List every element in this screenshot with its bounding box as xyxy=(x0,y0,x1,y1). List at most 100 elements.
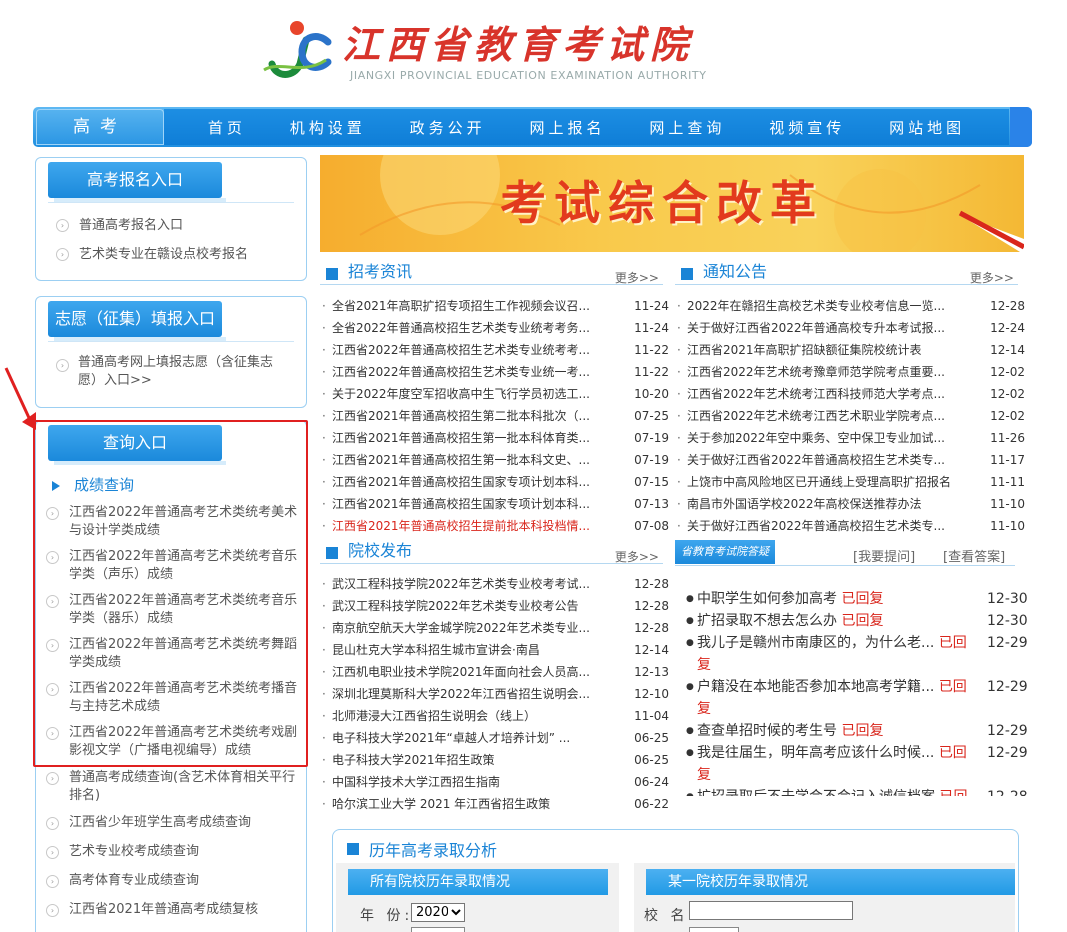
news-item[interactable]: · 江西机电职业技术学院2021年面向社会人员高... 12-13 xyxy=(320,661,669,683)
bullet-icon: · xyxy=(677,453,681,467)
nav-item-online-registration[interactable]: 网上报名 xyxy=(529,117,605,138)
qa-item[interactable]: 扩招录取不想去怎么办 已回复 12-30 xyxy=(686,610,1031,632)
news-item-title: 江西省2022年普通高校招生艺术类专业统考考... xyxy=(332,343,590,357)
qa-item[interactable]: 我是往届生，明年高考应该什么时候... 已回复 12-29 xyxy=(686,742,1031,786)
qa-item[interactable]: 我儿子是赣州市南康区的，为什么老... 已回复 12-29 xyxy=(686,632,1031,676)
score-link-pe[interactable]: › 高考体育专业成绩查询 xyxy=(46,872,302,890)
news-item[interactable]: · 江西省2021年普通高校招生第一批本科文史、... 07-19 xyxy=(320,449,669,471)
news-item[interactable]: · 2022年在赣招生高校艺术类专业校考信息一览... 12-28 xyxy=(675,295,1025,317)
news-item[interactable]: · 江西省2022年普通高校招生艺术类专业统一考... 11-22 xyxy=(320,361,669,383)
all-schools-panel: 所有院校历年录取情况 年 份: 2020 xyxy=(336,863,619,932)
qa-item[interactable]: 查查单招时候的考生号 已回复 12-29 xyxy=(686,720,1031,742)
notices-more-link[interactable]: 更多>> xyxy=(970,269,1014,286)
score-link-review-2021[interactable]: › 江西省2021年普通高考成绩复核 xyxy=(46,901,302,919)
news-item[interactable]: · 武汉工程科技学院2022年艺术类专业校考公告 12-28 xyxy=(320,595,669,617)
banner-text: 考试综合改革 xyxy=(500,176,824,230)
news-item[interactable]: · 江西省2021年普通高校招生国家专项计划本科... 07-15 xyxy=(320,471,669,493)
news-item[interactable]: · 江西省2021年普通高校招生提前批本科投档情... 07-08 xyxy=(320,515,669,537)
news-item[interactable]: · 江西省2021年普通高校招生第一批本科体育类... 07-19 xyxy=(320,427,669,449)
school-name-input[interactable] xyxy=(689,901,853,920)
news-item-date: 12-28 xyxy=(634,599,669,613)
news-item[interactable]: · 昆山杜克大学本科招生城市宣讲会·南昌 12-14 xyxy=(320,639,669,661)
nav-item-organization[interactable]: 机构设置 xyxy=(290,117,366,138)
registration-box-title: 高考报名入口 xyxy=(48,162,226,202)
news-item-title: 江西省2022年艺术统考豫章师范学院考点重要... xyxy=(687,365,945,379)
news-item-date: 06-25 xyxy=(634,753,669,767)
bullet-icon: · xyxy=(677,365,681,379)
bullet-icon: · xyxy=(322,577,326,591)
notices-list: · 2022年在赣招生高校艺术类专业校考信息一览... 12-28 · 关于做好江西省2… xyxy=(675,295,1025,537)
news-item-date: 07-19 xyxy=(634,431,669,445)
bullet-icon: · xyxy=(322,775,326,789)
qa-list: 中职学生如何参加高考 已回复 12-30 扩招录取不想去怎么办 已回复 12-30 我儿… xyxy=(686,588,1031,796)
news-item-date: 11-11 xyxy=(990,475,1025,489)
score-link-youth-class[interactable]: › 江西省少年班学生高考成绩查询 xyxy=(46,814,302,832)
link-volunteer-entry[interactable]: › 普通高考网上填报志愿（含征集志愿）入口>> xyxy=(56,354,284,390)
news-item[interactable]: · 江西省2022年艺术统考江西艺术职业学院考点... 12-02 xyxy=(675,405,1025,427)
news-item[interactable]: · 北师港浸大江西省招生说明会（线上） 11-04 xyxy=(320,705,669,727)
news-item[interactable]: · 江西省2021年高职扩招缺额征集院校统计表 12-14 xyxy=(675,339,1025,361)
news-item[interactable]: · 电子科技大学2021年招生政策 06-25 xyxy=(320,749,669,771)
news-item[interactable]: · 电子科技大学2021年“卓越人才培养计划” ... 06-25 xyxy=(320,727,669,749)
school-news-more-link[interactable]: 更多>> xyxy=(615,548,659,565)
news-item[interactable]: · 中国科学技术大学江西招生指南 06-24 xyxy=(320,771,669,793)
news-item[interactable]: · 南昌市外国语学校2022年高校保送推荐办法 11-10 xyxy=(675,493,1025,515)
news-item-title: 中国科学技术大学江西招生指南 xyxy=(332,775,501,789)
news-item-title: 江西省2021年普通高校招生第一批本科文史、... xyxy=(332,453,590,467)
year-select[interactable]: 2020 xyxy=(411,903,465,922)
view-answers-link[interactable]: [查看答案] xyxy=(943,546,1005,565)
news-item-date: 11-22 xyxy=(634,343,669,357)
nav-item-sitemap[interactable]: 网站地图 xyxy=(889,117,965,138)
arrow-circle-icon: › xyxy=(56,359,69,372)
second-input[interactable] xyxy=(689,927,739,932)
qa-question: 中职学生如何参加高考 已回复 xyxy=(686,588,976,610)
nav-item-video[interactable]: 视频宣传 xyxy=(769,117,845,138)
news-item-date: 11-10 xyxy=(990,497,1025,511)
news-item-title: 江西省2021年普通高校招生提前批本科投档情... xyxy=(332,519,590,533)
recruit-news-more-link[interactable]: 更多>> xyxy=(615,269,659,286)
nav-item-online-query[interactable]: 网上查询 xyxy=(649,117,725,138)
bullet-icon: · xyxy=(677,299,681,313)
score-link-art-school-exam[interactable]: › 艺术专业校考成绩查询 xyxy=(46,843,302,861)
news-item-date: 06-25 xyxy=(634,731,669,745)
news-item[interactable]: · 关于做好江西省2022年普通高校招生艺术类专... 11-10 xyxy=(675,515,1025,537)
news-item[interactable]: · 上饶市中高风险地区已开通线上受理高职扩招报名 11-11 xyxy=(675,471,1025,493)
news-item[interactable]: · 关于做好江西省2022年普通高校招生艺术类专... 11-17 xyxy=(675,449,1025,471)
news-item[interactable]: · 江西省2021年普通高校招生国家专项计划本科... 07-13 xyxy=(320,493,669,515)
news-item-date: 12-28 xyxy=(990,299,1025,313)
one-school-panel: 某一院校历年录取情况 校 名: xyxy=(634,863,1015,932)
news-item-title: 电子科技大学2021年招生政策 xyxy=(332,753,495,767)
second-select[interactable] xyxy=(411,927,465,932)
recruit-news-header: 招考资讯 更多>> xyxy=(320,259,663,285)
qa-item[interactable]: 中职学生如何参加高考 已回复 12-30 xyxy=(686,588,1031,610)
link-gaokao-registration[interactable]: › 普通高考报名入口 xyxy=(56,217,183,235)
nav-item-home[interactable]: 首页 xyxy=(208,117,246,138)
news-item[interactable]: · 武汉工程科技学院2022年艺术类专业校考考试... 12-28 xyxy=(320,573,669,595)
divider xyxy=(48,341,294,342)
news-item[interactable]: · 江西省2022年普通高校招生艺术类专业统考考... 11-22 xyxy=(320,339,669,361)
reform-banner[interactable]: 考试综合改革 xyxy=(320,155,1024,252)
qa-item[interactable]: 户籍没在本地能否参加本地高考学籍... 已回复 12-29 xyxy=(686,676,1031,720)
nav-section-tab[interactable]: 高考 xyxy=(36,109,164,145)
news-item[interactable]: · 全省2022年普通高校招生艺术类专业统考考务... 11-24 xyxy=(320,317,669,339)
news-item-date: 12-10 xyxy=(634,687,669,701)
news-item[interactable]: · 关于2022年度空军招收高中生飞行学员初选工... 10-20 xyxy=(320,383,669,405)
link-art-exam-registration[interactable]: › 艺术类专业在赣设点校考报名 xyxy=(56,246,248,264)
news-item[interactable]: · 江西省2022年艺术统考豫章师范学院考点重要... 12-02 xyxy=(675,361,1025,383)
news-item[interactable]: · 关于做好江西省2022年普通高校专升本考试报... 12-24 xyxy=(675,317,1025,339)
news-item[interactable]: · 江西省2022年艺术统考江西科技师范大学考点... 12-02 xyxy=(675,383,1025,405)
score-link-gaokao[interactable]: › 普通高考成绩查询(含艺术体育相关平行排名) xyxy=(46,769,302,805)
nav-item-government-affairs[interactable]: 政务公开 xyxy=(410,117,486,138)
news-item-title: 关于做好江西省2022年普通高校专升本考试报... xyxy=(687,321,945,335)
news-item[interactable]: · 关于参加2022年空中乘务、空中保卫专业加试... 11-26 xyxy=(675,427,1025,449)
news-item[interactable]: · 全省2021年高职扩招专项招生工作视频会议召... 11-24 xyxy=(320,295,669,317)
news-item-title: 江西省2021年普通高校招生国家专项计划本科... xyxy=(332,475,590,489)
news-item[interactable]: · 哈尔滨工业大学 2021 年江西省招生政策 06-22 xyxy=(320,793,669,815)
news-item[interactable]: · 深圳北理莫斯科大学2022年江西省招生说明会... 12-10 xyxy=(320,683,669,705)
news-item-date: 07-25 xyxy=(634,409,669,423)
bullet-icon: · xyxy=(322,643,326,657)
qa-item[interactable]: 扩招录取后不去学会不会记入诚信档案 已回复 12-28 xyxy=(686,786,1031,796)
news-item[interactable]: · 江西省2021年普通高校招生第二批本科批次（... 07-25 xyxy=(320,405,669,427)
news-item[interactable]: · 南京航空航天大学金城学院2022年艺术类专业... 12-28 xyxy=(320,617,669,639)
ask-question-link[interactable]: [我要提问] xyxy=(853,546,915,565)
